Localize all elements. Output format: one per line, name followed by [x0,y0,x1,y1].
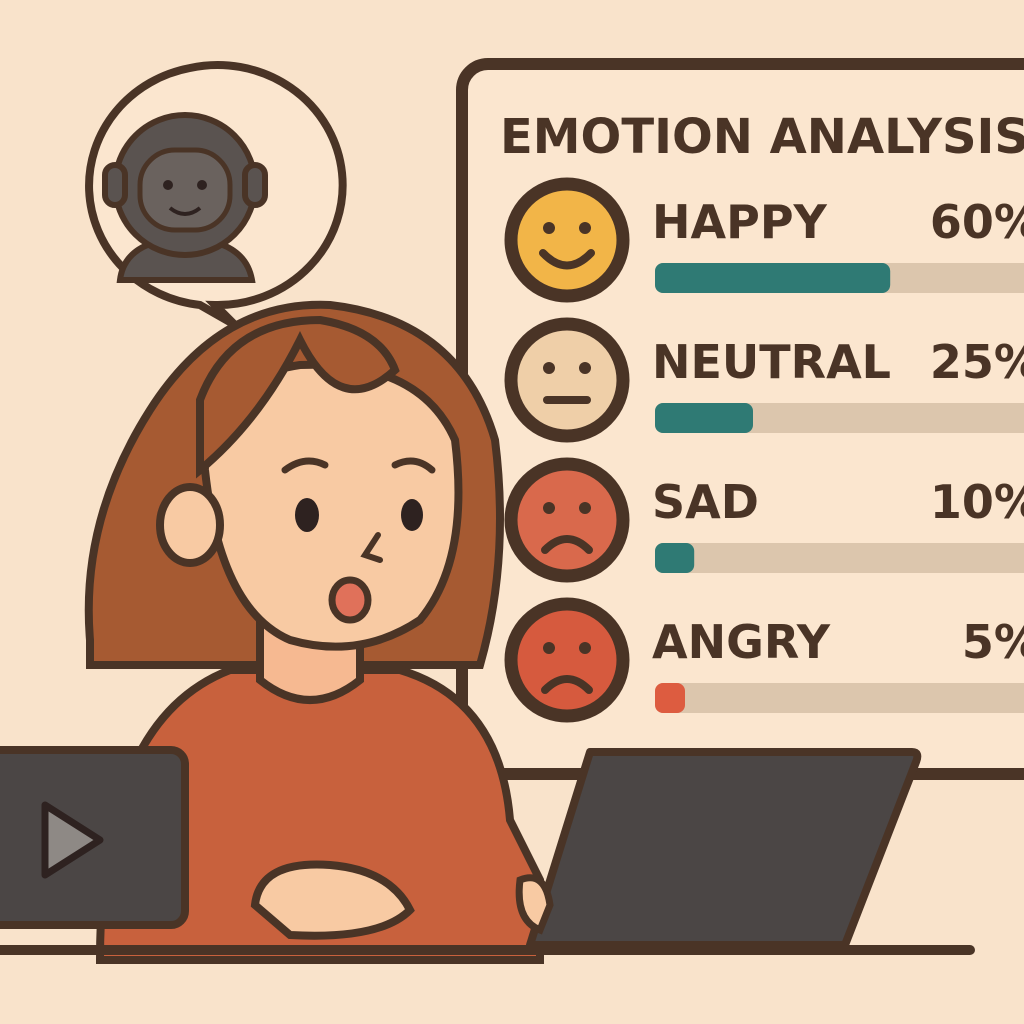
ai-assistant-avatar-icon [85,61,347,329]
emotion-bar-fill [655,683,685,713]
emotion-label: ANGRY [652,615,831,669]
emotion-label: SAD [652,475,759,529]
emotion-face-neutral-icon [504,317,630,443]
emotion-label: NEUTRAL [652,335,891,389]
emotion-row-neutral: NEUTRAL 25% [504,317,1024,443]
emotion-bar-fill [655,543,695,573]
laptop-icon [515,748,922,949]
emotion-percent: 60% [930,195,1024,249]
emotion-face-smile-icon [504,177,630,303]
emotion-percent: 10% [930,475,1024,529]
emotion-face-angry-icon [504,597,630,723]
emotion-bar-track [655,683,1024,713]
illustration: EMOTION ANALYSIS HAPPY 60% NEUTRAL 25% SAD 10… [0,58,1024,964]
emotion-label: HAPPY [652,195,828,249]
panel-title: EMOTION ANALYSIS [500,109,1024,165]
emotion-bar-fill [655,403,753,433]
emotion-bar-track [655,543,1024,573]
emotion-row-happy: HAPPY 60% [504,177,1024,303]
emotion-bar-fill [655,263,891,293]
emotion-percent: 5% [962,615,1024,669]
emotion-percent: 25% [930,335,1024,389]
emotion-face-frown-icon [504,457,630,583]
emotion-analysis-panel: EMOTION ANALYSIS HAPPY 60% NEUTRAL 25% SAD 10… [456,58,1024,780]
video-player[interactable] [0,746,189,929]
